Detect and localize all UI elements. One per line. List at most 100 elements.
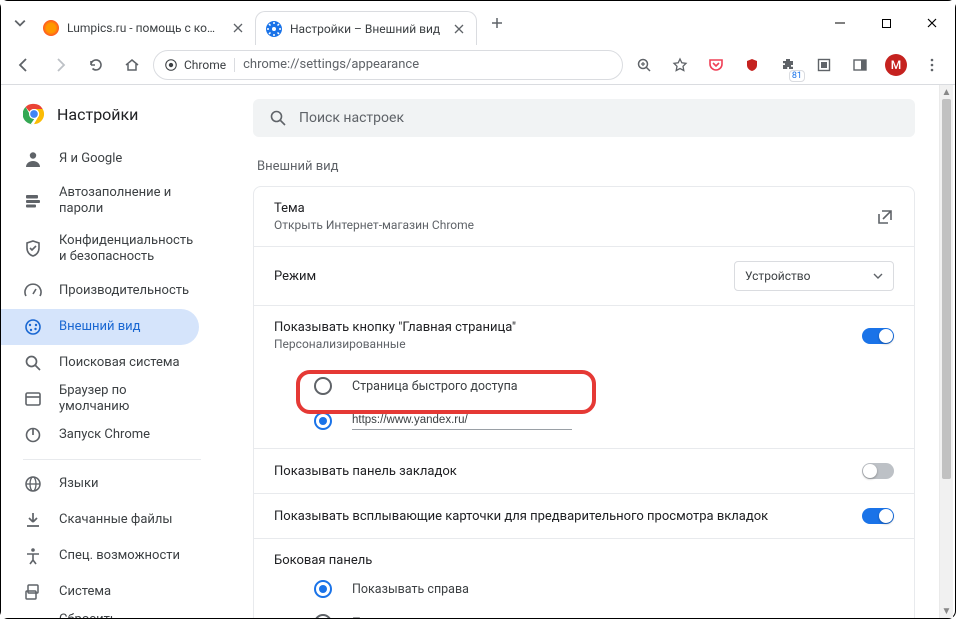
sidebar-item-label: Скачанные файлы <box>59 512 173 528</box>
bookmarks-bar-toggle[interactable] <box>862 463 894 479</box>
sidebar-item-label: Языки <box>59 476 99 492</box>
sidebar-item-power[interactable]: Запуск Chrome <box>1 417 199 453</box>
radio-icon <box>314 580 332 598</box>
globe-icon <box>23 474 43 494</box>
radio-icon <box>314 377 332 395</box>
window-maximize-button[interactable] <box>863 1 909 45</box>
sidebar-item-browser[interactable]: Браузер по умолчанию <box>1 381 199 417</box>
search-icon <box>269 109 287 127</box>
sidebar-item-download[interactable]: Скачанные файлы <box>1 502 199 538</box>
radio-icon <box>314 412 332 430</box>
puzzle-icon[interactable] <box>809 50 839 80</box>
sidebar-item-search[interactable]: Поисковая система <box>1 345 199 381</box>
vertical-scrollbar[interactable]: ▲ ▼ <box>939 85 953 618</box>
mode-row: Режим Устройство <box>254 246 914 305</box>
external-link-icon <box>876 208 894 226</box>
radio-side-panel-left[interactable]: Показывать слева <box>274 606 894 618</box>
site-chip[interactable]: Chrome <box>164 58 235 72</box>
new-tab-button[interactable] <box>483 9 511 37</box>
sidebar-item-label: Производительность <box>59 283 189 299</box>
bookmarks-bar-row: Показывать панель закладок <box>254 448 914 493</box>
sidebar-item-label: Внешний вид <box>59 319 141 335</box>
kebab-menu[interactable] <box>917 50 947 80</box>
side-panel-row: Боковая панель <box>254 538 914 572</box>
content: Настройки Я и Google Автозаполнение и пар… <box>1 85 955 618</box>
radio-custom-url[interactable] <box>274 403 894 438</box>
chevron-down-icon <box>873 271 883 281</box>
home-button-toggle[interactable] <box>862 328 894 344</box>
sidebar-item-key[interactable]: Автозаполнение и пароли <box>1 177 199 225</box>
sidebar-item-accessibility[interactable]: Спец. возможности <box>1 538 199 574</box>
home-button-options: Страница быстрого доступа <box>254 365 914 448</box>
browser-icon <box>23 389 43 409</box>
scroll-up-arrow[interactable]: ▲ <box>940 85 953 99</box>
bookmarks-bar-label: Показывать панель закладок <box>274 464 457 479</box>
sidebar-item-system[interactable]: Система <box>1 574 199 610</box>
home-button[interactable] <box>117 50 147 80</box>
profile-avatar[interactable]: М <box>881 50 911 80</box>
mode-select[interactable]: Устройство <box>734 261 894 291</box>
titlebar: Lumpics.ru - помощь с компью Настройки –… <box>1 1 955 45</box>
appearance-card: Тема Открыть Интернет-магазин Chrome Реж… <box>253 186 915 618</box>
radio-label: Показывать слева <box>352 616 462 619</box>
ublock-icon[interactable] <box>737 50 767 80</box>
sidebar-item-label: Браузер по умолчанию <box>59 383 181 416</box>
theme-row[interactable]: Тема Открыть Интернет-магазин Chrome <box>254 187 914 246</box>
sidebar-item-globe[interactable]: Языки <box>1 466 199 502</box>
accessibility-icon <box>23 546 43 566</box>
side-panel-button[interactable] <box>845 50 875 80</box>
browser-tab-settings[interactable]: Настройки – Внешний вид <box>255 11 477 45</box>
sidebar-header: Настройки <box>1 103 223 141</box>
sidebar-item-reset[interactable]: Сбросить настройки <box>1 610 199 618</box>
radio-icon <box>314 614 332 618</box>
toolbar: Chrome chrome://settings/appearance 81 М <box>1 45 955 85</box>
forward-button[interactable] <box>45 50 75 80</box>
scrollbar-thumb[interactable] <box>942 99 951 479</box>
home-button-sublabel: Персонализированные <box>274 337 516 351</box>
omnibox[interactable]: Chrome chrome://settings/appearance <box>153 50 623 80</box>
window-minimize-button[interactable] <box>817 1 863 45</box>
settings-sidebar: Настройки Я и Google Автозаполнение и пар… <box>1 85 223 618</box>
chrome-logo-icon <box>23 103 45 125</box>
ext-badge-count: 81 <box>789 70 805 82</box>
hover-cards-label: Показывать всплывающие карточки для пред… <box>274 509 768 524</box>
browser-tab-lumpics[interactable]: Lumpics.ru - помощь с компью <box>33 11 255 45</box>
settings-search-input[interactable]: Поиск настроек <box>253 99 915 137</box>
search-placeholder: Поиск настроек <box>299 110 404 126</box>
radio-quick-access[interactable]: Страница быстрого доступа <box>274 369 894 403</box>
key-icon <box>23 191 43 211</box>
sidebar-item-label: Спец. возможности <box>59 548 180 564</box>
custom-url-input[interactable] <box>352 411 572 430</box>
favicon-settings <box>266 21 282 37</box>
sidebar-item-shield[interactable]: Конфиденциальность и безопасность <box>1 225 199 273</box>
reload-button[interactable] <box>81 50 111 80</box>
window-close-button[interactable] <box>909 1 955 45</box>
appearance-icon <box>23 317 43 337</box>
back-button[interactable] <box>9 50 39 80</box>
hover-cards-row: Показывать всплывающие карточки для пред… <box>254 493 914 538</box>
favicon-lumpics <box>43 20 59 36</box>
radio-side-panel-right[interactable]: Показывать справа <box>274 572 894 606</box>
close-icon[interactable] <box>452 22 466 36</box>
bookmark-button[interactable] <box>665 50 695 80</box>
radio-label: Страница быстрого доступа <box>352 379 518 394</box>
sidebar-item-person[interactable]: Я и Google <box>1 141 199 177</box>
search-icon <box>23 353 43 373</box>
sidebar-item-appearance[interactable]: Внешний вид <box>1 309 199 345</box>
zoom-button[interactable] <box>629 50 659 80</box>
pocket-icon[interactable] <box>701 50 731 80</box>
home-button-label: Показывать кнопку "Главная страница" <box>274 320 516 335</box>
sidebar-item-label: Конфиденциальность и безопасность <box>59 233 193 266</box>
sidebar-item-speed[interactable]: Производительность <box>1 273 199 309</box>
section-title: Внешний вид <box>253 159 915 174</box>
sidebar-item-label: Автозаполнение и пароли <box>59 185 181 218</box>
scroll-down-arrow[interactable]: ▼ <box>940 604 953 618</box>
hover-cards-toggle[interactable] <box>862 508 894 524</box>
extensions-button[interactable]: 81 <box>773 50 803 80</box>
tab-search-button[interactable] <box>11 14 29 32</box>
system-icon <box>23 582 43 602</box>
radio-label: Показывать справа <box>352 582 469 597</box>
close-icon[interactable] <box>231 21 245 35</box>
sidebar-title: Настройки <box>57 105 138 124</box>
sidebar-item-label: Система <box>59 584 111 600</box>
